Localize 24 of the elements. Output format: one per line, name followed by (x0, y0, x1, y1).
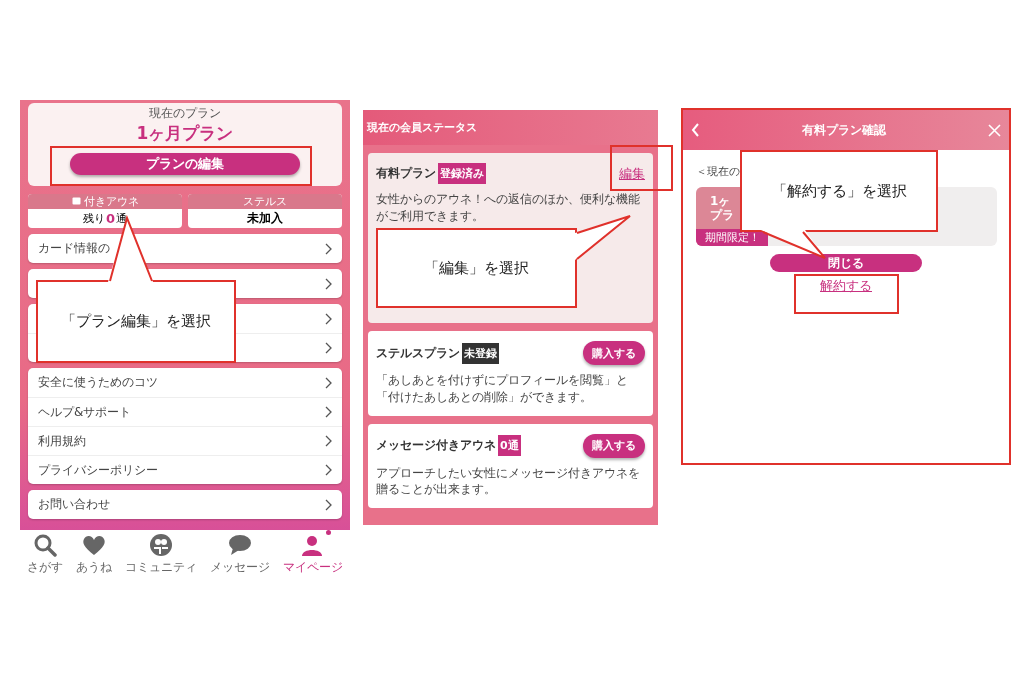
panel-title: 現在の会員ステータス (367, 120, 477, 135)
stat-title: 付きアウネ (83, 194, 139, 209)
status-badge: 0通 (498, 435, 521, 457)
callout-tooltip: 「編集」を選択 (376, 228, 577, 308)
remaining-count: 0 (105, 211, 115, 226)
section-label: ＜現在の (696, 164, 741, 179)
plan-description: 「あしあとを付けずにプロフィールを閲覧」と「付けたあしあとの削除」ができます。 (376, 372, 629, 406)
plan-name: 1ヶ (710, 193, 731, 208)
stat-prefix: 残り (82, 211, 105, 226)
plan-description: アプローチしたい女性にメッセージ付きアウネを贈ることが出来ます。 (376, 464, 641, 499)
status-badge: 未登録 (462, 342, 499, 364)
plan-name: 有料プラン (376, 165, 436, 182)
current-plan-label: 現在のプラン (149, 105, 221, 122)
dialog-title: 有料プラン確認 (802, 121, 886, 139)
limited-tag: 期間限定！ (696, 229, 768, 246)
stat-unit: 通 (116, 211, 127, 226)
plan-name: プラ (710, 208, 734, 223)
stat-value: 未加入 (247, 210, 283, 227)
plan-name: メッセージ付きアウネ (376, 437, 496, 455)
plan-name: ステルスプラン (376, 344, 460, 362)
stat-title: ステルス (243, 194, 287, 209)
status-badge: 登録済み (438, 163, 486, 184)
plan-name: 1ヶ月プラン (136, 122, 234, 144)
plan-description: 女性からのアウネ！への返信のほか、便利な機能がご利用できます。 (376, 191, 641, 225)
